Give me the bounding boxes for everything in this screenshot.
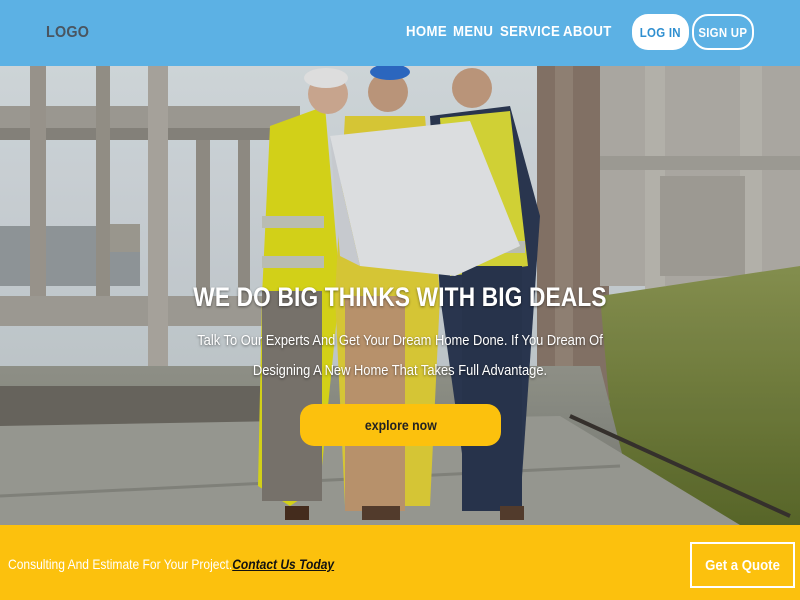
- hero-title: WE DO BIG THINKS WITH BIG DEALS: [193, 282, 607, 312]
- cta-text: Consulting And Estimate For Your Project…: [8, 556, 334, 572]
- signup-button[interactable]: SIGN UP: [692, 14, 754, 50]
- get-a-quote-label: Get a Quote: [705, 556, 780, 574]
- nav-link-menu[interactable]: MENU: [453, 23, 493, 40]
- hero-subtitle-line-1: Talk To Our Experts And Get Your Dream H…: [197, 332, 603, 349]
- hero-section: WE DO BIG THINKS WITH BIG DEALS Talk To …: [0, 66, 800, 525]
- explore-now-button[interactable]: explore now: [300, 404, 501, 446]
- explore-now-label: explore now: [364, 417, 437, 433]
- nav-link-service[interactable]: SERVICE: [500, 23, 560, 40]
- nav-link-about[interactable]: ABOUT: [563, 23, 612, 40]
- logo[interactable]: LOGO: [46, 24, 89, 42]
- cta-message: Consulting And Estimate For Your Project…: [8, 556, 233, 572]
- login-button-label: LOG IN: [639, 24, 681, 40]
- site-header: LOGO HOME MENU SERVICE ABOUT LOG IN SIGN…: [0, 0, 800, 66]
- hero-subtitle-line-2: Designing A New Home That Takes Full Adv…: [252, 362, 548, 379]
- get-a-quote-button[interactable]: Get a Quote: [690, 542, 795, 588]
- login-button[interactable]: LOG IN: [632, 14, 689, 50]
- contact-us-link[interactable]: Contact Us Today: [232, 556, 334, 572]
- nav-link-home[interactable]: HOME: [406, 23, 447, 40]
- signup-button-label: SIGN UP: [698, 24, 748, 40]
- cta-band: Consulting And Estimate For Your Project…: [0, 525, 800, 600]
